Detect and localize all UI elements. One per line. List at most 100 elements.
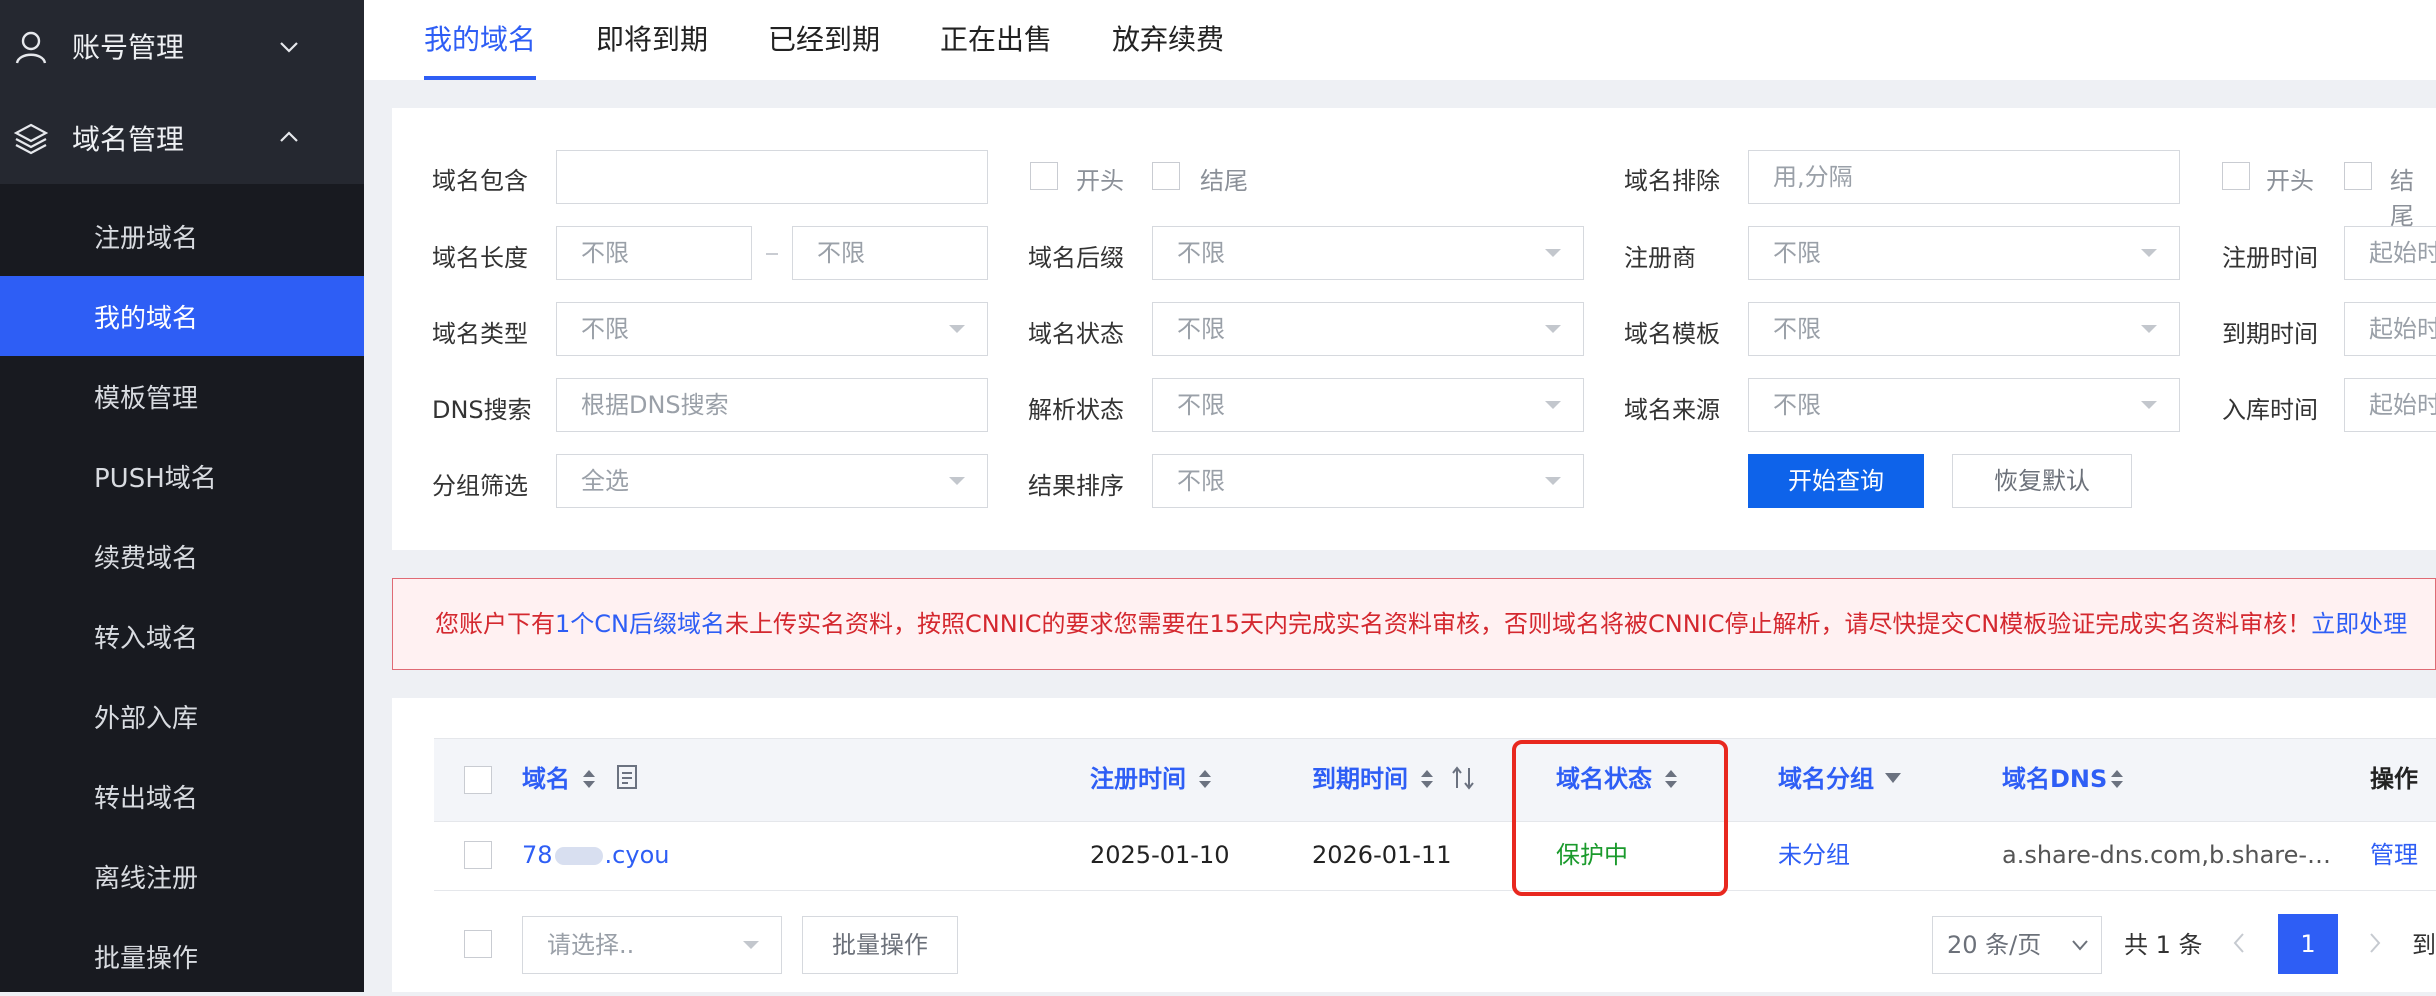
begin-checkbox-label: 开头	[1076, 167, 1124, 195]
sidebar-item-external-import[interactable]: 外部入库	[0, 676, 364, 756]
sidebar-item-renew[interactable]: 续费域名	[0, 516, 364, 596]
exclude-input[interactable]: 用,分隔	[1748, 150, 2180, 204]
sidebar-item-register[interactable]: 注册域名	[0, 196, 364, 276]
suffix-select[interactable]: 不限	[1152, 226, 1584, 280]
range-separator	[766, 253, 778, 255]
chevron-down-icon	[2072, 940, 2088, 951]
dns-label: DNS搜索	[432, 396, 532, 424]
resolve-label: 解析状态	[1028, 396, 1124, 424]
table-header	[434, 738, 2436, 822]
expire-time-start-input[interactable]: 起始时	[2344, 302, 2436, 356]
th-expire-time[interactable]: 到期时间	[1312, 738, 1408, 820]
swap-sort-icon[interactable]	[1450, 766, 1476, 790]
column-settings-icon[interactable]	[616, 764, 638, 790]
chevron-down-icon	[949, 325, 965, 333]
sort-select[interactable]: 不限	[1152, 454, 1584, 508]
dns-cell: a.share-dns.com,b.share-…	[2002, 841, 2332, 869]
reset-button[interactable]: 恢复默认	[1952, 454, 2132, 508]
reg-time-start-input[interactable]: 起始时	[2344, 226, 2436, 280]
goto-label: 到	[2412, 931, 2436, 959]
domain-suffix: .cyou	[604, 841, 670, 869]
end-checkbox-2[interactable]	[2344, 162, 2372, 190]
registrar-label: 注册商	[1624, 244, 1696, 272]
group-link[interactable]: 未分组	[1778, 820, 1850, 890]
sidebar-group-account[interactable]: 账号管理	[0, 0, 364, 92]
th-reg-time[interactable]: 注册时间	[1090, 738, 1186, 820]
sidebar-item-label: 转入域名	[94, 623, 199, 654]
page-size-select[interactable]: 20 条/页	[1932, 916, 2102, 974]
chevron-down-icon	[1545, 401, 1561, 409]
realname-notice: 您账户下有1个CN后缀域名未上传实名资料，按照CNNIC的要求您需要在15天内完…	[392, 578, 2436, 670]
prev-page-icon[interactable]	[2232, 932, 2246, 954]
group-select[interactable]: 全选	[556, 454, 988, 508]
tab-expiring-soon[interactable]: 即将到期	[596, 0, 708, 80]
sidebar-item-templates[interactable]: 模板管理	[0, 356, 364, 436]
redacted-mask	[554, 847, 603, 865]
chevron-down-icon	[743, 941, 759, 949]
chevron-down-icon	[1545, 477, 1561, 485]
cn-domain-link[interactable]: 1个CN后缀域名	[555, 610, 725, 638]
length-min-input[interactable]: 不限	[556, 226, 752, 280]
end-checkbox[interactable]	[1152, 162, 1180, 190]
sidebar-item-transfer-out[interactable]: 转出域名	[0, 756, 364, 836]
sidebar: 账号管理 域名管理 注册域名 我的域名 模板管理 PUSH域名 续费域名 转入域…	[0, 0, 364, 992]
manage-link[interactable]: 管理	[2370, 820, 2418, 890]
tab-bar: 我的域名 即将到期 已经到期 正在出售 放弃续费	[364, 0, 2436, 80]
batch-action-select[interactable]: 请选择..	[522, 916, 782, 974]
sort-icon[interactable]	[2110, 768, 2124, 790]
reg-time-cell: 2025-01-10	[1090, 841, 1230, 869]
tab-on-sale[interactable]: 正在出售	[940, 0, 1052, 80]
sidebar-item-label: 我的域名	[94, 303, 199, 334]
th-domain[interactable]: 域名	[522, 738, 570, 820]
select-all-checkbox[interactable]	[464, 766, 492, 794]
length-max-input[interactable]: 不限	[792, 226, 988, 280]
contain-input[interactable]	[556, 150, 988, 204]
sidebar-item-offline-register[interactable]: 离线注册	[0, 836, 364, 916]
sidebar-item-label: 外部入库	[94, 703, 199, 734]
footer-select-all-checkbox[interactable]	[464, 930, 492, 958]
type-label: 域名类型	[432, 320, 528, 348]
sidebar-item-my-domains[interactable]: 我的域名	[0, 276, 364, 356]
sidebar-item-push[interactable]: PUSH域名	[0, 436, 364, 516]
sidebar-item-transfer-in[interactable]: 转入域名	[0, 596, 364, 676]
sidebar-group-domain[interactable]: 域名管理	[0, 92, 364, 184]
end-checkbox-2-label: 结尾	[2390, 167, 2414, 230]
registrar-select[interactable]: 不限	[1748, 226, 2180, 280]
query-button[interactable]: 开始查询	[1748, 454, 1924, 508]
handle-now-link[interactable]: 立即处理	[2311, 610, 2407, 638]
sidebar-item-label: 注册域名	[94, 223, 199, 254]
template-label: 域名模板	[1624, 320, 1720, 348]
type-select[interactable]: 不限	[556, 302, 988, 356]
next-page-icon[interactable]	[2368, 932, 2382, 954]
sidebar-item-batch[interactable]: 批量操作	[0, 916, 364, 996]
sort-icon[interactable]	[1420, 768, 1434, 790]
th-group[interactable]: 域名分组	[1778, 738, 1874, 820]
contain-label: 域名包含	[432, 167, 528, 195]
row-checkbox[interactable]	[464, 841, 492, 869]
th-dns[interactable]: 域名DNS	[2002, 738, 2107, 820]
status-select[interactable]: 不限	[1152, 302, 1584, 356]
tab-abandon-renewal[interactable]: 放弃续费	[1112, 0, 1224, 80]
domain-link[interactable]: 78 .cyou	[522, 820, 669, 890]
import-time-start-input[interactable]: 起始时	[2344, 378, 2436, 432]
sidebar-item-label: 续费域名	[94, 543, 199, 574]
tab-my-domains[interactable]: 我的域名	[424, 0, 537, 80]
sort-icon[interactable]	[582, 768, 596, 790]
source-select[interactable]: 不限	[1748, 378, 2180, 432]
sidebar-item-label: 模板管理	[94, 383, 199, 414]
sort-icon[interactable]	[1198, 768, 1212, 790]
resolve-select[interactable]: 不限	[1152, 378, 1584, 432]
page-1-button[interactable]: 1	[2278, 914, 2338, 974]
chevron-down-icon	[949, 477, 965, 485]
tab-expired[interactable]: 已经到期	[768, 0, 880, 80]
batch-button[interactable]: 批量操作	[802, 916, 958, 974]
chevron-down-icon	[1545, 325, 1561, 333]
suffix-label: 域名后缀	[1028, 244, 1124, 272]
begin-checkbox[interactable]	[1030, 162, 1058, 190]
dns-search-input[interactable]: 根据DNS搜索	[556, 378, 988, 432]
notice-text: 您账户下有1个CN后缀域名未上传实名资料，按照CNNIC的要求您需要在15天内完…	[435, 579, 2407, 669]
filter-dropdown-icon[interactable]	[1884, 772, 1902, 784]
template-select[interactable]: 不限	[1748, 302, 2180, 356]
status-label: 域名状态	[1028, 320, 1124, 348]
begin-checkbox-2[interactable]	[2222, 162, 2250, 190]
